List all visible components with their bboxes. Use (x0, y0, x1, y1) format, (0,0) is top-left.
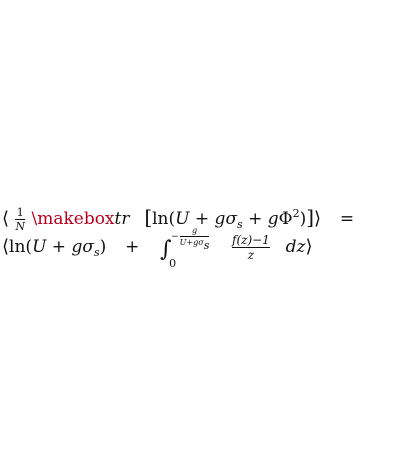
plus-sign: + (51, 237, 67, 257)
superscript-2: 2 (292, 207, 300, 220)
sigma-symbol: σ (82, 237, 94, 257)
variable-g: g (71, 237, 83, 257)
variable-g: g (267, 209, 279, 229)
left-bracket: [ (144, 205, 153, 229)
document-page: ⟨ 1 N \makeboxtr [ln(U + gσs + gΦ2)]⟩ = … (0, 0, 400, 468)
upper-limit-denominator-subscript: s (203, 239, 210, 252)
integrand-fraction: f(z)−1 z (232, 234, 270, 261)
unrendered-command: \makebox (31, 209, 115, 229)
integrand-numerator: f(z)−1 (232, 233, 270, 247)
phi-symbol: Φ (278, 209, 293, 229)
equals-sign: = (339, 209, 355, 229)
sigma-symbol: σ (225, 209, 238, 229)
integral-upper-limit: − g U+gσs (171, 226, 210, 251)
upper-limit-denominator: U+gσs (179, 238, 210, 251)
upper-limit-numerator: g (191, 226, 198, 235)
trace-symbol: tr (114, 209, 130, 229)
integral-lower-limit: 0 (169, 257, 177, 270)
fraction-denominator: N (15, 220, 26, 233)
subscript-s: s (237, 218, 243, 231)
ln-open: ln( (9, 237, 33, 257)
plus-sign: + (125, 237, 140, 257)
left-angle-bracket: ⟨ (2, 208, 10, 229)
variable-g: g (214, 209, 226, 229)
fraction-bar (179, 236, 210, 237)
close-paren: ) (99, 237, 107, 257)
equation-line-2: ⟨ln(U + gσs) + ∫ 0 − g U+gσs f(z)−1 z dz… (2, 226, 313, 270)
integral-sign: ∫ 0 − g U+gσs (160, 226, 210, 270)
fraction-numerator: 1 (16, 206, 24, 219)
fraction-one-over-n: 1 N (15, 206, 26, 233)
variable-u: U (32, 237, 47, 257)
upper-limit-minus: − (171, 232, 179, 242)
right-angle-bracket: ⟩ (314, 208, 322, 229)
upper-limit-denominator-text: U+gσ (179, 238, 204, 247)
integrand-denominator: z (247, 248, 255, 262)
right-bracket: ] (306, 205, 315, 229)
plus-sign: + (248, 209, 263, 229)
left-angle-bracket: ⟨ (2, 236, 10, 257)
upper-limit-fraction: g U+gσs (179, 226, 210, 251)
right-angle-bracket: ⟩ (305, 236, 313, 257)
differential-dz: dz (285, 237, 306, 257)
